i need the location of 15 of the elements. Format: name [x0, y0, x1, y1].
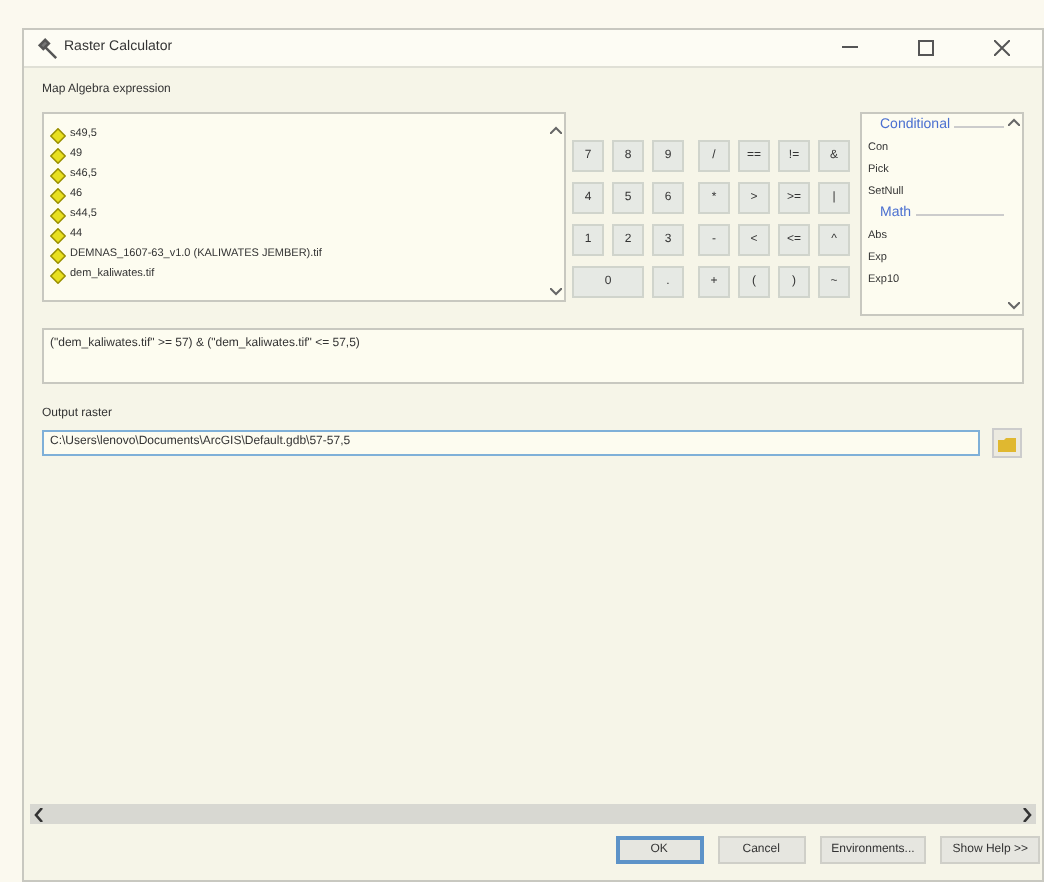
- scroll-down-icon: [1007, 302, 1019, 310]
- hammer-icon: [36, 37, 58, 59]
- scroll-up-icon: [1007, 118, 1019, 126]
- scroll-down-icon: [549, 288, 561, 296]
- scrollbar[interactable]: [546, 126, 564, 300]
- horizontal-scrollbar[interactable]: [30, 804, 1036, 824]
- browse-button[interactable]: [992, 428, 1022, 458]
- scroll-right-icon: [1022, 807, 1032, 821]
- scroll-up-icon: [549, 126, 561, 134]
- folder-icon: [998, 435, 1016, 451]
- minimize-icon: [842, 46, 858, 50]
- scrollbar[interactable]: [1004, 114, 1022, 314]
- scroll-left-icon: [34, 807, 44, 821]
- maximize-icon: [918, 40, 934, 56]
- close-icon: [994, 40, 1010, 56]
